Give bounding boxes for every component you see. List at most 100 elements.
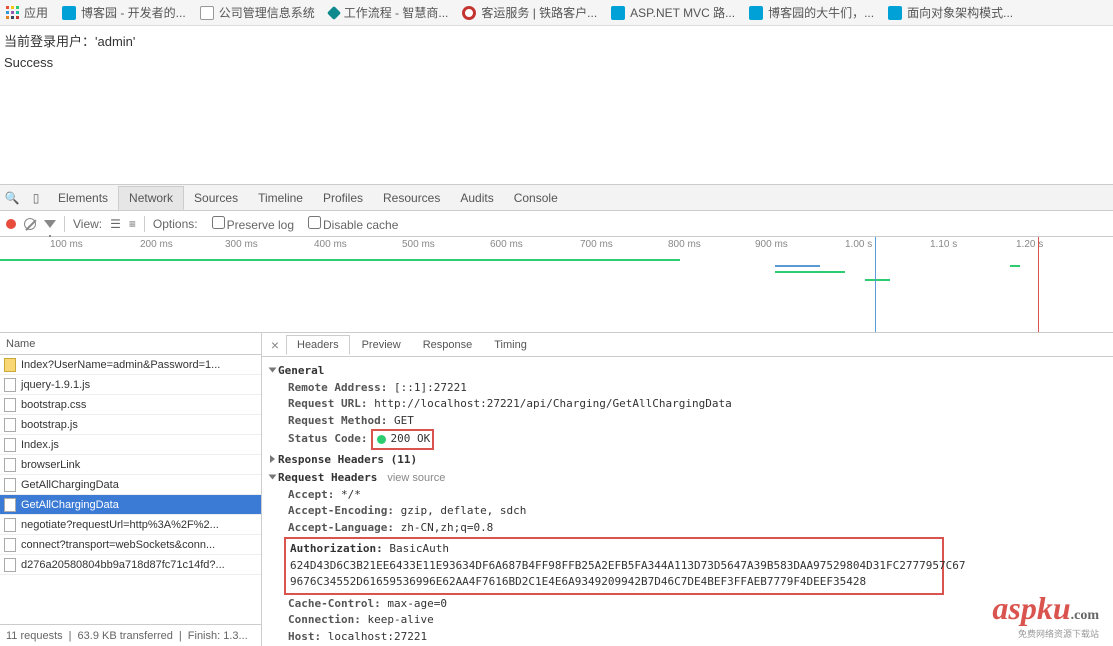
timeline-bar	[1010, 265, 1020, 267]
preserve-log-checkbox[interactable]	[212, 216, 225, 229]
tab-network[interactable]: Network	[118, 186, 184, 210]
bookmark-item[interactable]: 博客园的大牛们，...	[749, 4, 874, 21]
label: Host:	[288, 630, 321, 643]
value: gzip, deflate, sdch	[401, 504, 527, 517]
record-button[interactable]	[6, 219, 16, 229]
file-icon	[4, 478, 16, 492]
tab-headers[interactable]: Headers	[286, 335, 350, 355]
value: http://localhost:27221/api/Charging/GetA…	[374, 397, 732, 410]
tick: 800 ms	[668, 239, 701, 250]
page-body: 当前登录用户：'admin' Success	[0, 26, 1113, 184]
file-icon	[4, 458, 16, 472]
request-row[interactable]: bootstrap.css	[0, 395, 261, 415]
view-label: View:	[73, 217, 102, 231]
request-row[interactable]: connect?transport=webSockets&conn...	[0, 535, 261, 555]
bookmark-item[interactable]: 公司管理信息系统	[200, 4, 315, 21]
search-icon[interactable]: 🔍	[0, 186, 24, 210]
label: Remote Address:	[288, 381, 387, 394]
close-detail-button[interactable]: ×	[266, 337, 284, 353]
tab-response[interactable]: Response	[413, 336, 483, 354]
request-name: GetAllChargingData	[21, 479, 119, 491]
general-section[interactable]: General	[270, 363, 1105, 380]
tab-audits[interactable]: Audits	[450, 187, 503, 209]
network-timeline[interactable]: 100 ms 200 ms 300 ms 400 ms 500 ms 600 m…	[0, 237, 1113, 333]
tab-elements[interactable]: Elements	[48, 187, 118, 209]
site-icon	[611, 6, 625, 20]
devtools-panel: 🔍 ▯ Elements Network Sources Timeline Pr…	[0, 184, 1113, 646]
request-row[interactable]: GetAllChargingData	[0, 475, 261, 495]
transfer-size: 63.9 KB transferred	[78, 630, 173, 642]
clear-button[interactable]	[24, 218, 36, 230]
bookmark-item[interactable]: 工作流程 - 智慧商...	[329, 4, 449, 21]
request-name: connect?transport=webSockets&conn...	[21, 539, 215, 551]
response-headers-section[interactable]: Response Headers (11)	[270, 452, 1105, 469]
bookmark-item[interactable]: ASP.NET MVC 路...	[611, 4, 735, 21]
value: 9676C34552D61659536996E62AA4F7616BD2C1E4…	[290, 575, 866, 588]
request-row[interactable]: d276a20580804bb9a718d87fc71c14fd?...	[0, 555, 261, 575]
request-list: Name Index?UserName=admin&Password=1... …	[0, 333, 262, 646]
bookmark-item[interactable]: 客运服务 | 铁路客户...	[462, 4, 597, 21]
device-icon[interactable]: ▯	[24, 186, 48, 210]
site-icon	[888, 6, 902, 20]
section-title: Response Headers (11)	[278, 453, 417, 466]
network-main: Name Index?UserName=admin&Password=1... …	[0, 333, 1113, 646]
file-icon	[4, 558, 16, 572]
disable-cache-label: Disable cache	[323, 218, 398, 232]
request-headers-section[interactable]: Request Headers view source	[270, 470, 1105, 487]
tick: 1.00 s	[845, 239, 872, 250]
request-row[interactable]: negotiate?requestUrl=http%3A%2F%2...	[0, 515, 261, 535]
bookmark-item[interactable]: 面向对象架构模式...	[888, 4, 1013, 21]
request-name: bootstrap.css	[21, 399, 86, 411]
tab-timeline[interactable]: Timeline	[248, 187, 313, 209]
tab-resources[interactable]: Resources	[373, 187, 450, 209]
load-line	[1038, 237, 1039, 332]
tick: 900 ms	[755, 239, 788, 250]
filter-button[interactable]	[44, 220, 56, 228]
request-row[interactable]: Index.js	[0, 435, 261, 455]
label: Accept-Language:	[288, 521, 394, 534]
value: localhost:27221	[328, 630, 427, 643]
tick: 300 ms	[225, 239, 258, 250]
separator	[64, 216, 65, 232]
request-count: 11 requests	[6, 630, 63, 642]
request-row[interactable]: browserLink	[0, 455, 261, 475]
tick: 1.20 s	[1016, 239, 1043, 250]
requests-summary: 11 requests | 63.9 KB transferred | Fini…	[0, 624, 261, 646]
options-label: Options:	[153, 217, 198, 231]
request-name: d276a20580804bb9a718d87fc71c14fd?...	[21, 559, 225, 571]
tab-console[interactable]: Console	[504, 187, 568, 209]
detail-tabs: × Headers Preview Response Timing	[262, 333, 1113, 357]
small-rows-icon[interactable]: ≡	[129, 217, 136, 231]
tick: 500 ms	[402, 239, 435, 250]
preserve-log-label: Preserve log	[227, 218, 294, 232]
preserve-log-option[interactable]: Preserve log	[206, 216, 294, 232]
tick: 100 ms	[50, 239, 83, 250]
section-title: Request Headers	[278, 471, 377, 484]
bookmark-label: 工作流程 - 智慧商...	[344, 4, 449, 21]
tab-timing[interactable]: Timing	[484, 336, 537, 354]
label: Status Code:	[288, 432, 367, 445]
request-row[interactable]: GetAllChargingData	[0, 495, 261, 515]
request-row[interactable]: bootstrap.js	[0, 415, 261, 435]
bookmark-item[interactable]: 博客园 - 开发者的...	[62, 4, 186, 21]
site-icon	[327, 5, 341, 19]
request-row[interactable]: Index?UserName=admin&Password=1...	[0, 355, 261, 375]
tab-profiles[interactable]: Profiles	[313, 187, 373, 209]
apps-button[interactable]: 应用	[6, 4, 48, 21]
apps-icon	[6, 6, 20, 20]
bookmark-label: 公司管理信息系统	[219, 4, 315, 21]
tick: 600 ms	[490, 239, 523, 250]
large-rows-icon[interactable]: ☰	[110, 217, 121, 231]
section-title: General	[278, 364, 324, 377]
disable-cache-option[interactable]: Disable cache	[302, 216, 398, 232]
value: max-age=0	[387, 597, 447, 610]
disable-cache-checkbox[interactable]	[308, 216, 321, 229]
request-row[interactable]: jquery-1.9.1.js	[0, 375, 261, 395]
tab-sources[interactable]: Sources	[184, 187, 248, 209]
request-name: GetAllChargingData	[21, 499, 119, 511]
value: keep-alive	[367, 613, 433, 626]
column-header[interactable]: Name	[0, 333, 261, 355]
view-source-link[interactable]: view source	[387, 472, 445, 484]
tab-preview[interactable]: Preview	[352, 336, 411, 354]
request-name: jquery-1.9.1.js	[21, 379, 90, 391]
